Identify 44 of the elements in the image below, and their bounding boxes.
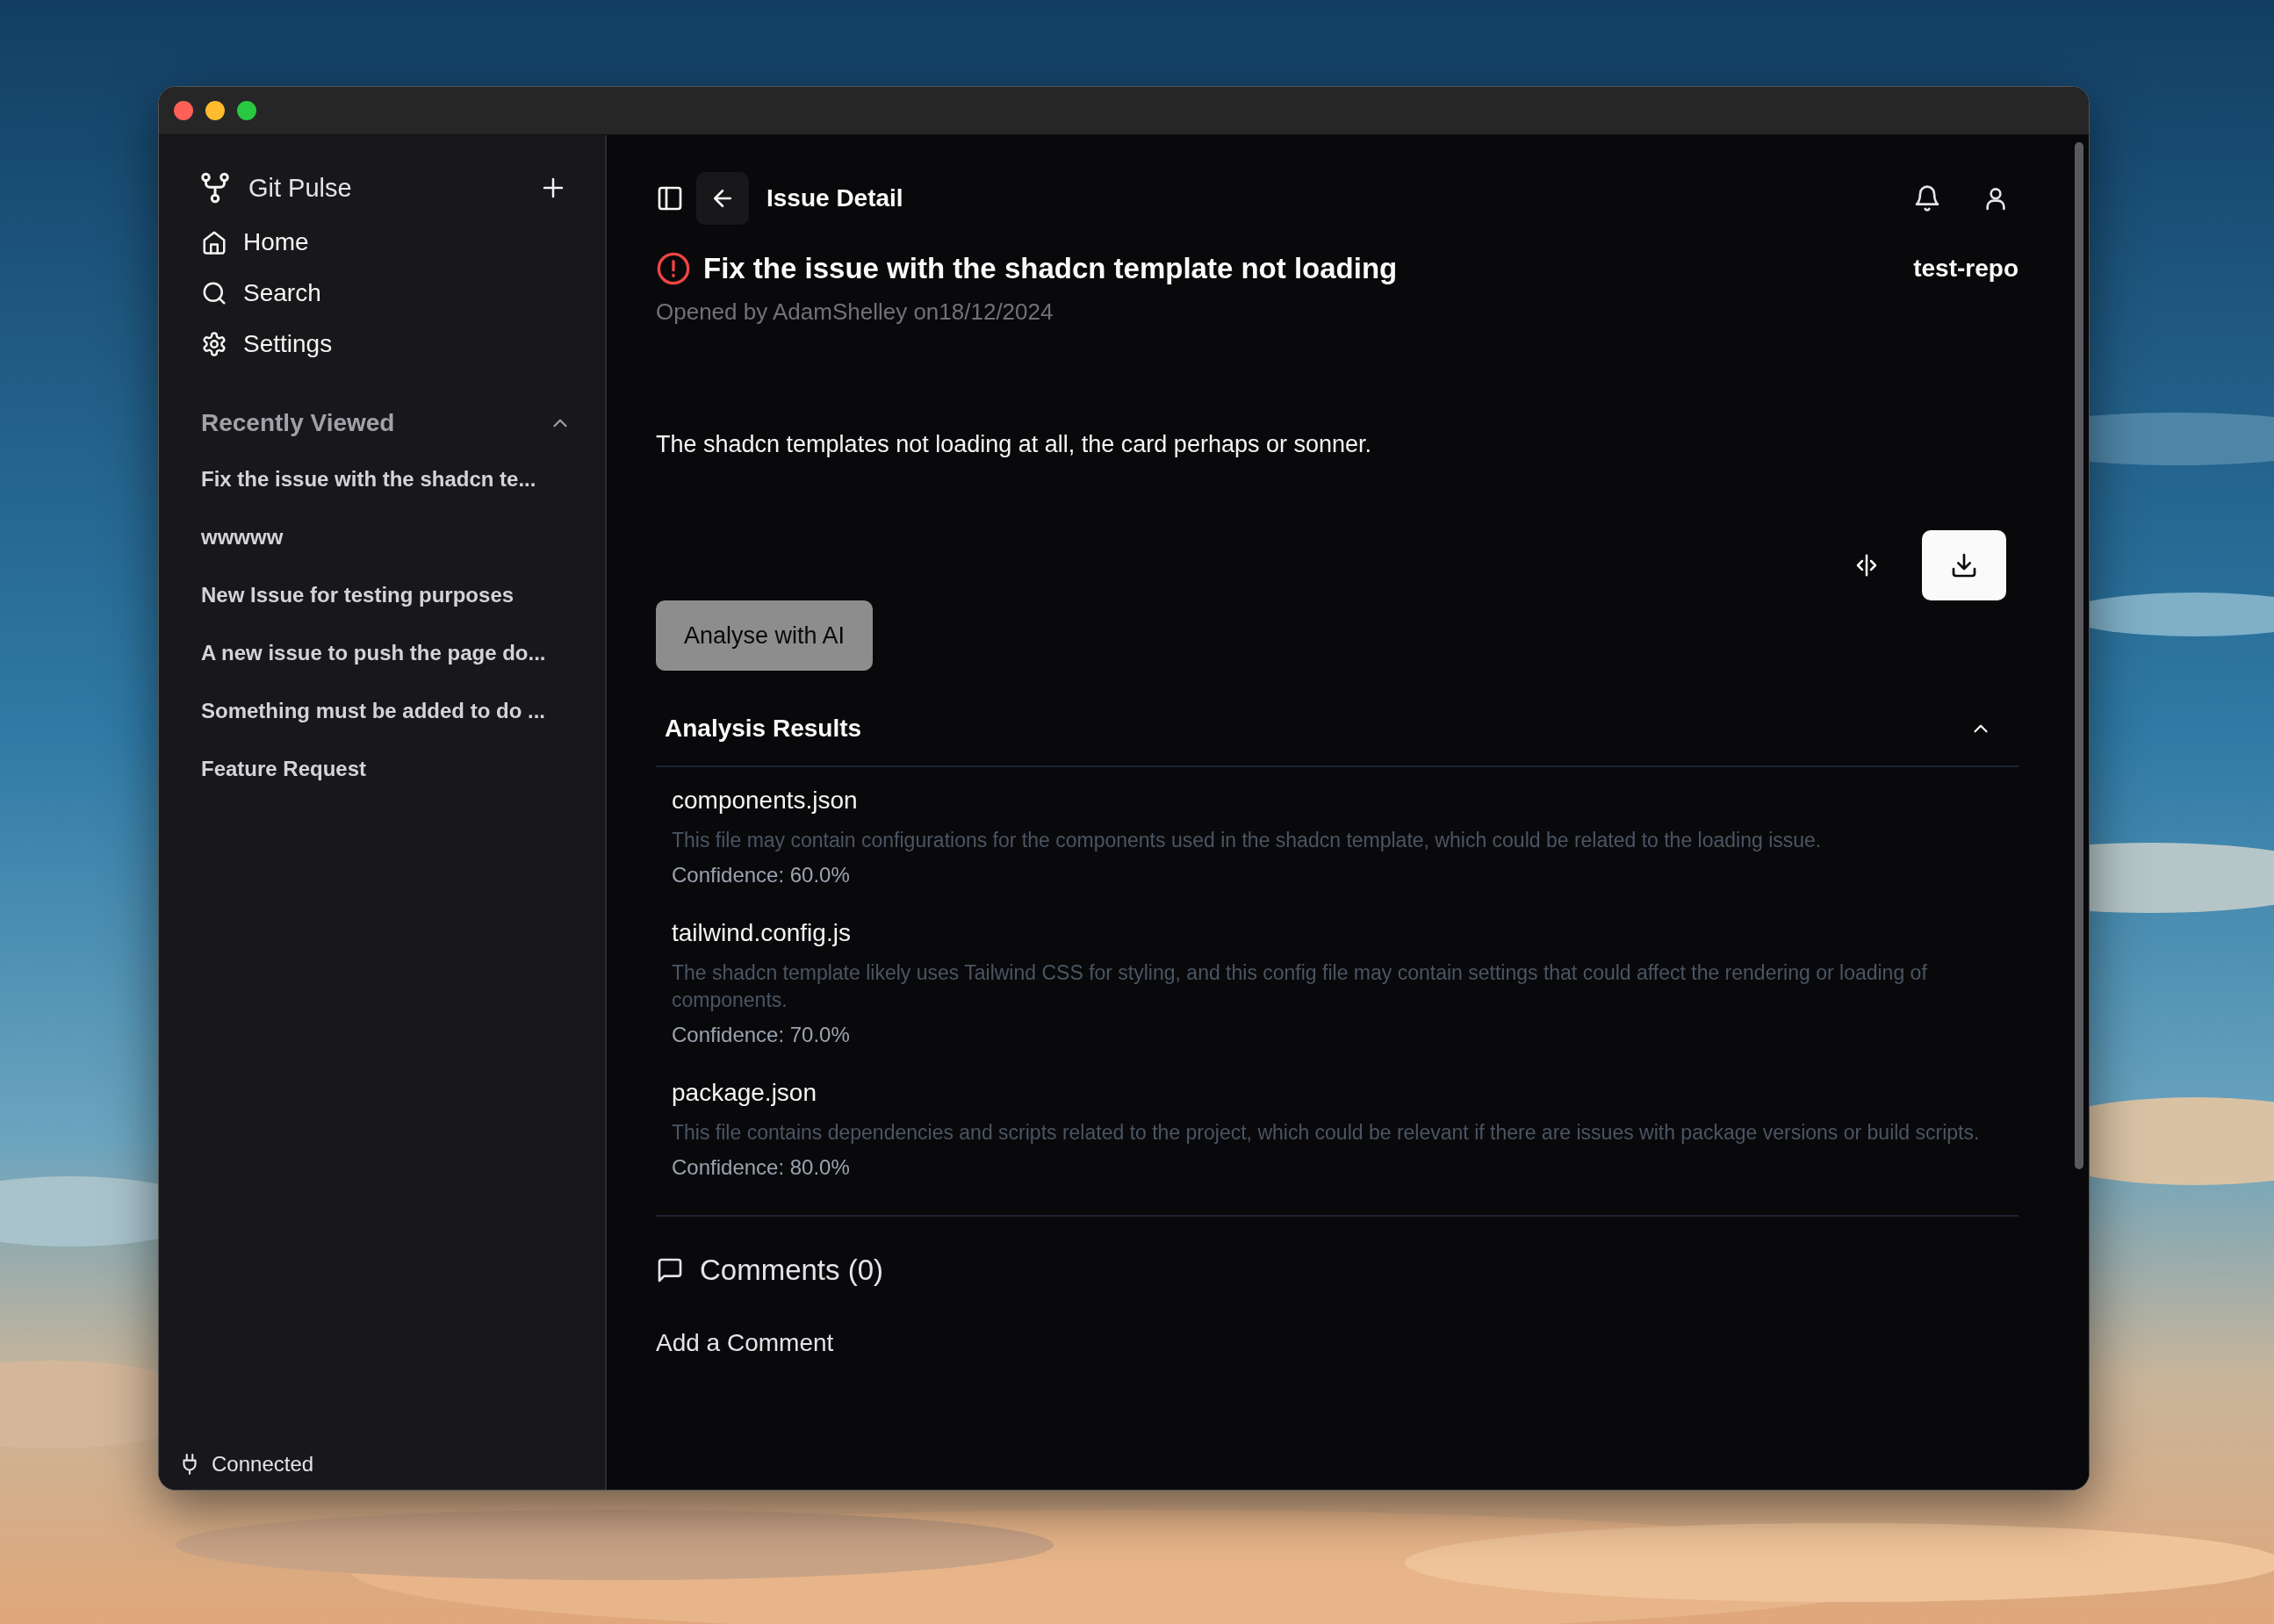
scrollbar-thumb[interactable] <box>2075 142 2083 1169</box>
confidence-text: Confidence: 70.0% <box>672 1023 851 1047</box>
section-title: Analysis Results <box>665 715 862 743</box>
search-icon <box>201 280 227 306</box>
connection-status: Connected <box>212 1452 314 1477</box>
logo-icon <box>199 172 231 204</box>
confidence-text: Confidence: 60.0% <box>672 863 851 887</box>
back-button[interactable] <box>696 172 749 225</box>
download-icon <box>1950 551 1978 579</box>
issue-title: Fix the issue with the shadcn template not loading <box>703 252 1399 285</box>
file-name: components.json <box>672 787 859 815</box>
file-name: package.json <box>672 1079 817 1107</box>
issue-description: The shadcn templates not loading at all, the card perhaps or sonner. <box>656 431 1372 458</box>
alert-icon <box>656 251 691 286</box>
comments-title: Comments (0) <box>700 1254 884 1287</box>
file-name: tailwind.config.js <box>672 919 852 947</box>
recent-item[interactable]: Fix the issue with the shadcn te... <box>201 467 536 492</box>
recent-item[interactable]: Feature Request <box>201 757 367 781</box>
nav-item[interactable]: Settings <box>201 330 333 358</box>
notification-bell-icon[interactable] <box>1913 184 1941 212</box>
download-button[interactable] <box>1922 530 2006 600</box>
home-icon <box>201 229 227 255</box>
page-title: Issue Detail <box>766 184 904 212</box>
confidence-text: Confidence: 80.0% <box>672 1155 851 1180</box>
file-reason: The shadcn template likely uses Tailwind CSS for styling, and this config file may contain settings that could affect the rendering or loading of components. <box>672 960 1928 1013</box>
comment-icon <box>656 1256 684 1284</box>
sidebar-toggle-icon[interactable] <box>656 184 684 212</box>
file-reason: This file contains dependencies and scripts related to the project, which could be relevant if there are issues with package versions or build scripts. <box>672 1120 1981 1146</box>
nav-item[interactable]: Home <box>201 228 309 256</box>
minimize-button[interactable] <box>205 101 225 120</box>
settings-icon <box>201 331 227 357</box>
section-title: Recently Viewed <box>201 409 395 437</box>
add-comment-label: Add a Comment <box>656 1329 835 1357</box>
close-button[interactable] <box>174 101 193 120</box>
app-name: Git Pulse <box>248 173 353 203</box>
file-reason: This file may contain configurations for the components used in the shadcn template, which could be related to the loading issue. <box>672 828 1823 853</box>
recent-item[interactable]: New Issue for testing purposes <box>201 583 515 607</box>
repo-name: test-repo <box>1913 255 2019 283</box>
recent-item[interactable]: A new issue to push the page do... <box>201 641 546 665</box>
nav-item[interactable]: Search <box>201 279 321 307</box>
issue-meta: Opened by AdamShelley on18/12/2024 <box>656 298 1054 326</box>
zoom-button[interactable] <box>237 101 256 120</box>
recent-item[interactable]: Something must be added to do ... <box>201 699 545 723</box>
recent-item[interactable]: wwwww <box>201 525 284 550</box>
